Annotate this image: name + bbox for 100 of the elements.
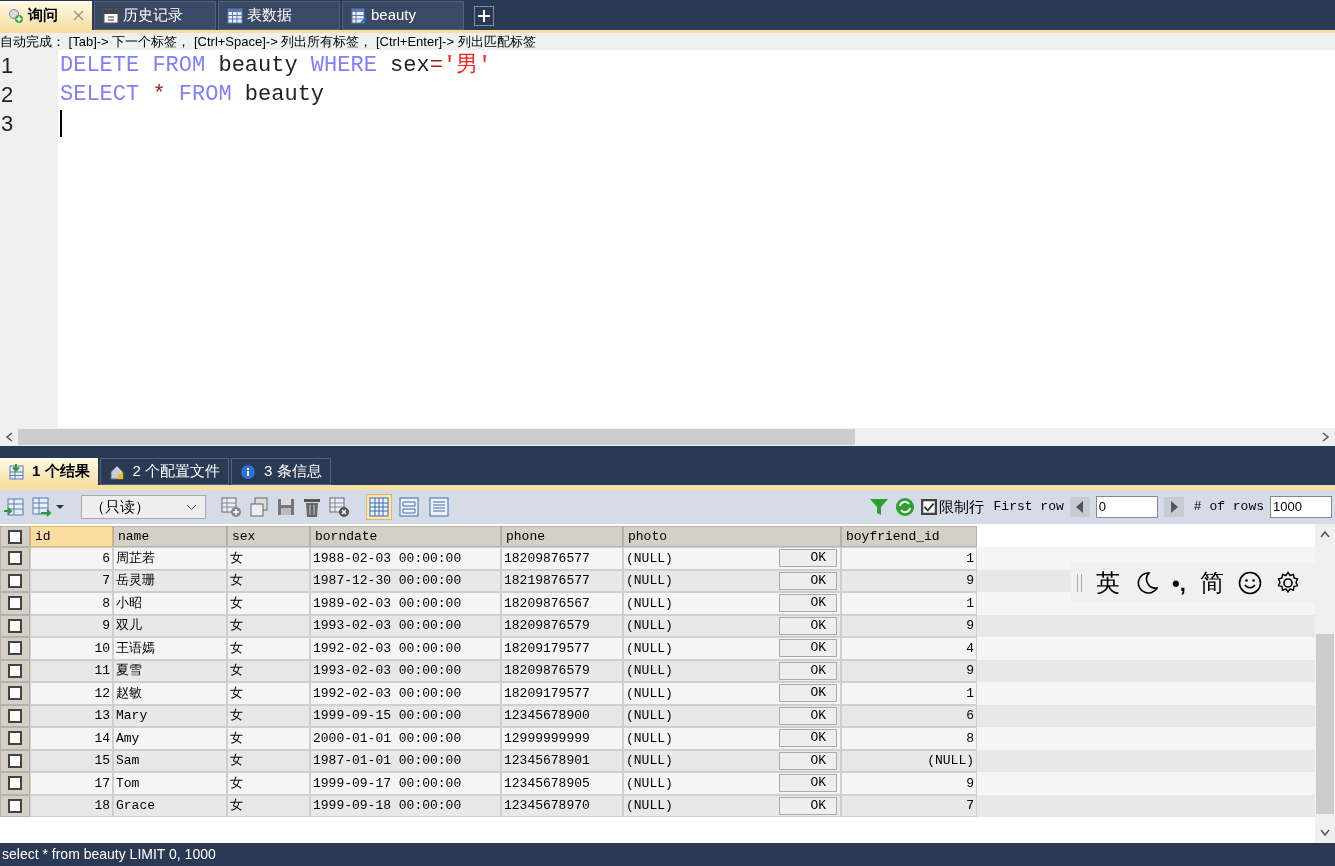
language-toggle[interactable]: 英 [1096, 565, 1120, 601]
row-checkbox[interactable] [8, 618, 22, 633]
table-cell-text: 小昭 [116, 594, 142, 613]
blob-button[interactable]: OK [779, 639, 837, 658]
blob-button[interactable]: OK [779, 751, 837, 770]
mode-select[interactable]: （只读） [81, 495, 206, 519]
blob-button[interactable]: OK [779, 684, 837, 703]
table-cell-text: 8 [102, 594, 110, 613]
code-token: * [152, 81, 167, 109]
row-checkbox[interactable] [8, 663, 22, 678]
new-tab-button[interactable] [474, 6, 494, 26]
close-icon[interactable] [73, 10, 84, 21]
query-tab[interactable]: beauty [342, 1, 464, 30]
column-header[interactable]: borndate [310, 526, 501, 547]
table-cell-text: 18209179577 [504, 684, 590, 703]
scroll-left-icon[interactable] [5, 432, 13, 442]
query-tab[interactable]: 询问 [0, 1, 92, 30]
row-checkbox[interactable] [8, 708, 22, 723]
row-checkbox[interactable] [8, 686, 22, 701]
blob-button[interactable]: OK [779, 594, 837, 613]
table-cell-text: 双儿 [116, 617, 142, 635]
column-header[interactable]: boyfriend_id [841, 526, 977, 547]
select-all-checkbox[interactable] [8, 529, 22, 544]
rows-count-field[interactable]: 1000 [1270, 496, 1332, 518]
duplicate-row-icon[interactable] [248, 496, 270, 518]
row-checkbox[interactable] [8, 753, 22, 768]
blob-button[interactable]: OK [779, 729, 837, 748]
blob-button[interactable]: OK [779, 796, 837, 815]
plus-icon [478, 10, 490, 22]
row-checkbox[interactable] [8, 798, 22, 813]
save-icon[interactable] [276, 497, 296, 517]
result-tab[interactable]: 1 个结果 [0, 458, 98, 485]
row-checkbox[interactable] [8, 731, 22, 746]
blob-button[interactable]: OK [779, 706, 837, 725]
column-header[interactable]: id [30, 526, 113, 547]
table-cell-text: Amy [116, 729, 140, 748]
result-tab[interactable]: 2 个配置文件 [99, 458, 230, 485]
smiley-icon[interactable] [1237, 571, 1262, 595]
table-cell-text: 8 [966, 729, 974, 748]
first-row-field[interactable]: 0 [1095, 496, 1158, 518]
scroll-right-icon[interactable] [1322, 432, 1330, 442]
view-toggle[interactable] [396, 494, 422, 520]
settings-icon[interactable] [1275, 571, 1300, 595]
limit-rows-checkbox[interactable] [920, 499, 937, 515]
column-header[interactable]: sex [227, 526, 310, 547]
view-toggle[interactable] [426, 494, 452, 520]
export-table-icon[interactable] [31, 496, 65, 518]
column-header[interactable]: photo [623, 526, 841, 547]
blob-button[interactable]: OK [779, 661, 837, 680]
query-tab[interactable]: 历史记录 [94, 1, 216, 30]
table-cell-text: 12345678900 [504, 707, 590, 725]
blob-button[interactable]: OK [779, 616, 837, 635]
table-cell-text: Tom [116, 774, 140, 793]
blob-button[interactable]: OK [779, 571, 837, 590]
scrollbar-thumb[interactable] [1316, 633, 1334, 814]
code-token: sex [390, 52, 430, 80]
script-toggle[interactable]: 简 [1199, 565, 1224, 601]
table-cell-text: 女 [230, 662, 243, 680]
code-token: FROM [178, 81, 233, 109]
table-cell-text: 女 [230, 594, 243, 613]
house-icon [108, 463, 125, 480]
scrollbar-thumb[interactable] [18, 429, 855, 445]
row-checkbox[interactable] [8, 596, 22, 611]
table-cell-text: 1992-02-03 00:00:00 [313, 639, 462, 658]
table-cell-text: 9 [966, 617, 974, 635]
punctuation-toggle[interactable]: •, [1172, 566, 1186, 600]
line-number: 2 [0, 81, 14, 109]
code-token: beauty [244, 81, 325, 109]
table-cell-text: 夏雪 [116, 662, 142, 680]
blob-button[interactable]: OK [779, 549, 837, 568]
import-table-icon[interactable] [3, 496, 25, 518]
result-tab[interactable]: 3 条信息 [231, 458, 331, 485]
table-cell-text: 13 [94, 707, 110, 725]
code-token: = [429, 52, 443, 80]
table-cell-text: 18209876579 [504, 662, 590, 680]
row-checkbox[interactable] [8, 641, 22, 656]
trash-icon[interactable] [302, 496, 322, 518]
table-cell-text: 1989-02-03 00:00:00 [313, 594, 462, 613]
table-cell-text: 17 [94, 774, 110, 793]
row-checkbox[interactable] [8, 776, 22, 791]
refresh-icon[interactable] [894, 497, 915, 517]
next-page-button[interactable] [1163, 497, 1184, 517]
scroll-down-icon[interactable] [1320, 829, 1330, 837]
column-header[interactable]: name [113, 526, 227, 547]
scroll-up-icon[interactable] [1320, 530, 1330, 538]
column-header[interactable]: phone [501, 526, 623, 547]
blob-button[interactable]: OK [779, 774, 837, 793]
table-cell-text: 11 [94, 662, 110, 680]
table-arrow-icon [8, 463, 24, 480]
query-tab[interactable]: 表数据 [218, 1, 340, 30]
table-cell-text: 10 [94, 639, 110, 658]
null-value: (NULL) [626, 752, 673, 770]
previous-page-button[interactable] [1069, 497, 1090, 517]
cancel-changes-icon[interactable] [328, 496, 350, 518]
table-cell-text: 12345678905 [504, 774, 590, 793]
add-row-icon[interactable] [220, 496, 242, 518]
row-checkbox[interactable] [8, 573, 22, 588]
view-toggle[interactable] [366, 494, 392, 520]
row-checkbox[interactable] [8, 551, 22, 566]
table-cell-text: 6 [966, 707, 974, 725]
